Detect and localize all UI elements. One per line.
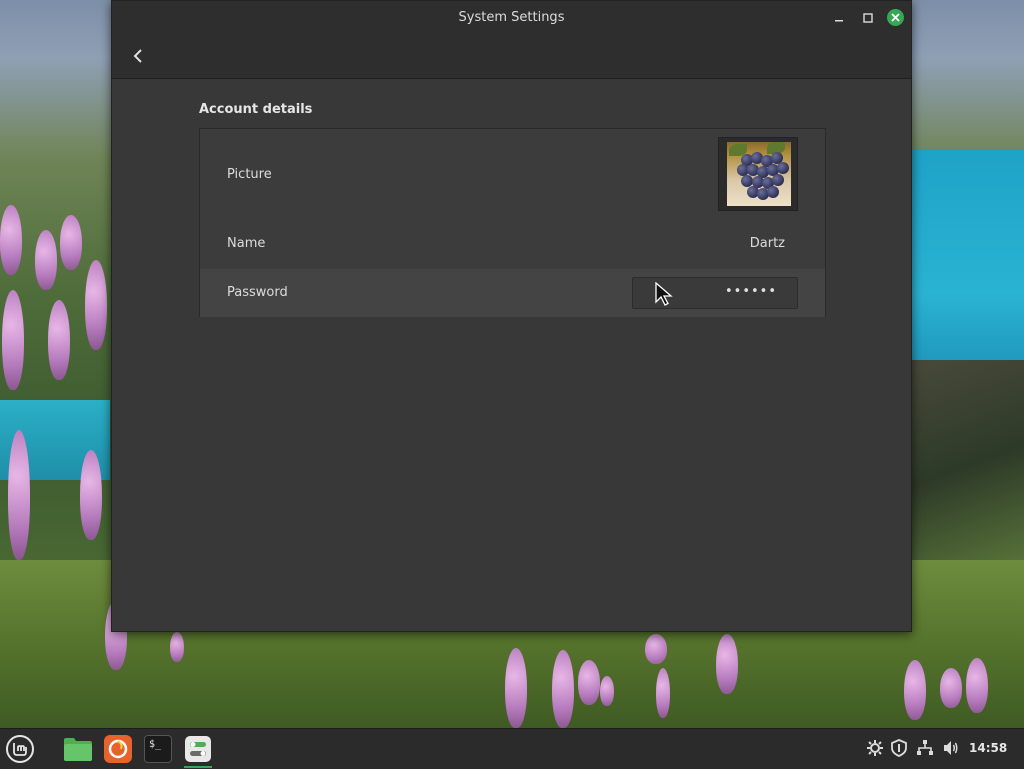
name-row: Name Dartz	[200, 219, 825, 269]
clock[interactable]: 14:58	[969, 741, 1007, 755]
wallpaper-flower	[0, 205, 22, 275]
back-button[interactable]	[126, 44, 150, 68]
firefox-icon	[104, 735, 132, 763]
account-details-panel: Picture Name Dartz Password ••••••	[199, 128, 826, 317]
linux-mint-menu-icon	[6, 735, 34, 763]
firefox-launcher[interactable]	[102, 733, 134, 765]
close-button[interactable]	[887, 9, 904, 26]
network-settings-icon	[867, 740, 883, 756]
minimize-button[interactable]	[830, 9, 847, 26]
tray-network[interactable]	[916, 739, 934, 761]
wallpaper-flower	[35, 230, 57, 290]
mouse-cursor-icon	[655, 282, 673, 306]
wallpaper-flower	[600, 676, 614, 706]
wallpaper-flower	[940, 668, 962, 708]
password-row: Password ••••••	[200, 269, 825, 317]
wallpaper-flower	[505, 648, 527, 728]
files-launcher[interactable]	[62, 733, 94, 765]
window-title: System Settings	[458, 10, 565, 25]
shield-icon	[891, 739, 907, 757]
avatar	[727, 142, 791, 206]
wallpaper-flower	[2, 290, 24, 390]
wallpaper-flower	[8, 430, 30, 560]
system-settings-window: System Settings Account details Picture	[111, 0, 912, 632]
wallpaper-flower	[904, 660, 926, 720]
system-settings-icon	[185, 736, 211, 762]
chevron-left-icon	[133, 49, 142, 63]
files-folder-icon	[64, 738, 92, 761]
wallpaper-flower	[170, 632, 184, 662]
close-icon	[891, 13, 900, 22]
wallpaper-mountain	[894, 360, 1024, 580]
wired-network-icon	[917, 740, 933, 755]
wallpaper-flower	[80, 450, 102, 540]
system-settings-launcher[interactable]	[182, 733, 214, 768]
password-label: Password	[227, 285, 288, 300]
password-value: ••••••	[724, 284, 777, 299]
wallpaper-flower	[716, 634, 738, 694]
volume-icon	[944, 741, 958, 755]
wallpaper-flower	[578, 660, 600, 705]
header-bar	[112, 34, 911, 79]
wallpaper-flower	[656, 668, 670, 718]
maximize-icon	[862, 12, 873, 23]
tray-security[interactable]	[890, 739, 908, 761]
maximize-button[interactable]	[859, 9, 876, 26]
name-label: Name	[227, 236, 266, 251]
menu-button[interactable]	[4, 733, 36, 765]
wallpaper-flower	[645, 634, 667, 664]
tray-network-settings[interactable]	[866, 739, 884, 761]
picture-label: Picture	[227, 167, 272, 182]
window-titlebar[interactable]: System Settings	[112, 1, 911, 34]
picture-button[interactable]	[718, 137, 798, 211]
section-title: Account details	[199, 102, 313, 117]
name-value[interactable]: Dartz	[750, 236, 785, 251]
taskbar: $_ 14:58	[0, 728, 1024, 769]
wallpaper-flower	[85, 260, 107, 350]
tray-volume[interactable]	[942, 739, 960, 761]
terminal-launcher[interactable]: $_	[142, 733, 174, 765]
terminal-icon: $_	[144, 735, 172, 763]
wallpaper-flower	[48, 300, 70, 380]
wallpaper-flower	[966, 658, 988, 713]
picture-row: Picture	[200, 129, 825, 219]
minimize-icon	[834, 19, 843, 21]
wallpaper-flower	[552, 650, 574, 728]
wallpaper-flower	[60, 215, 82, 270]
